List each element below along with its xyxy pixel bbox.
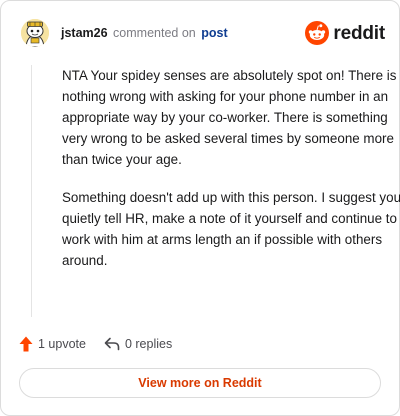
view-more-label: View more on Reddit — [138, 376, 262, 390]
comment-header: jstam26 commented on post reddit — [21, 19, 385, 49]
comment-paragraph: NTA Your spidey senses are absolutely sp… — [62, 68, 397, 167]
comment-paragraph: Something doesn't add up with this perso… — [62, 190, 400, 268]
reply-arrow-icon — [104, 337, 120, 351]
replies-button[interactable]: 0 replies — [104, 337, 172, 351]
upvote-count: 1 upvote — [38, 337, 86, 351]
user-avatar[interactable] — [21, 19, 49, 47]
brand-wordmark: reddit — [333, 22, 385, 44]
comment-meta: jstam26 commented on post — [61, 26, 228, 40]
view-more-button[interactable]: View more on Reddit — [19, 368, 381, 398]
reddit-logo-icon — [305, 21, 330, 45]
post-link[interactable]: post — [201, 26, 227, 40]
reddit-brand[interactable]: reddit — [305, 19, 385, 47]
comment-actions: 1 upvote 0 replies — [19, 335, 190, 353]
username-link[interactable]: jstam26 — [61, 26, 108, 40]
comment-body: NTA Your spidey senses are absolutely sp… — [31, 65, 400, 317]
embedded-comment-card: jstam26 commented on post reddit NTA You… — [0, 0, 400, 416]
snoo-avatar-icon — [21, 19, 49, 47]
action-text: commented on — [113, 26, 196, 40]
replies-count: 0 replies — [124, 337, 173, 351]
upvote-button[interactable]: 1 upvote — [19, 336, 86, 352]
upvote-arrow-icon — [19, 336, 33, 352]
